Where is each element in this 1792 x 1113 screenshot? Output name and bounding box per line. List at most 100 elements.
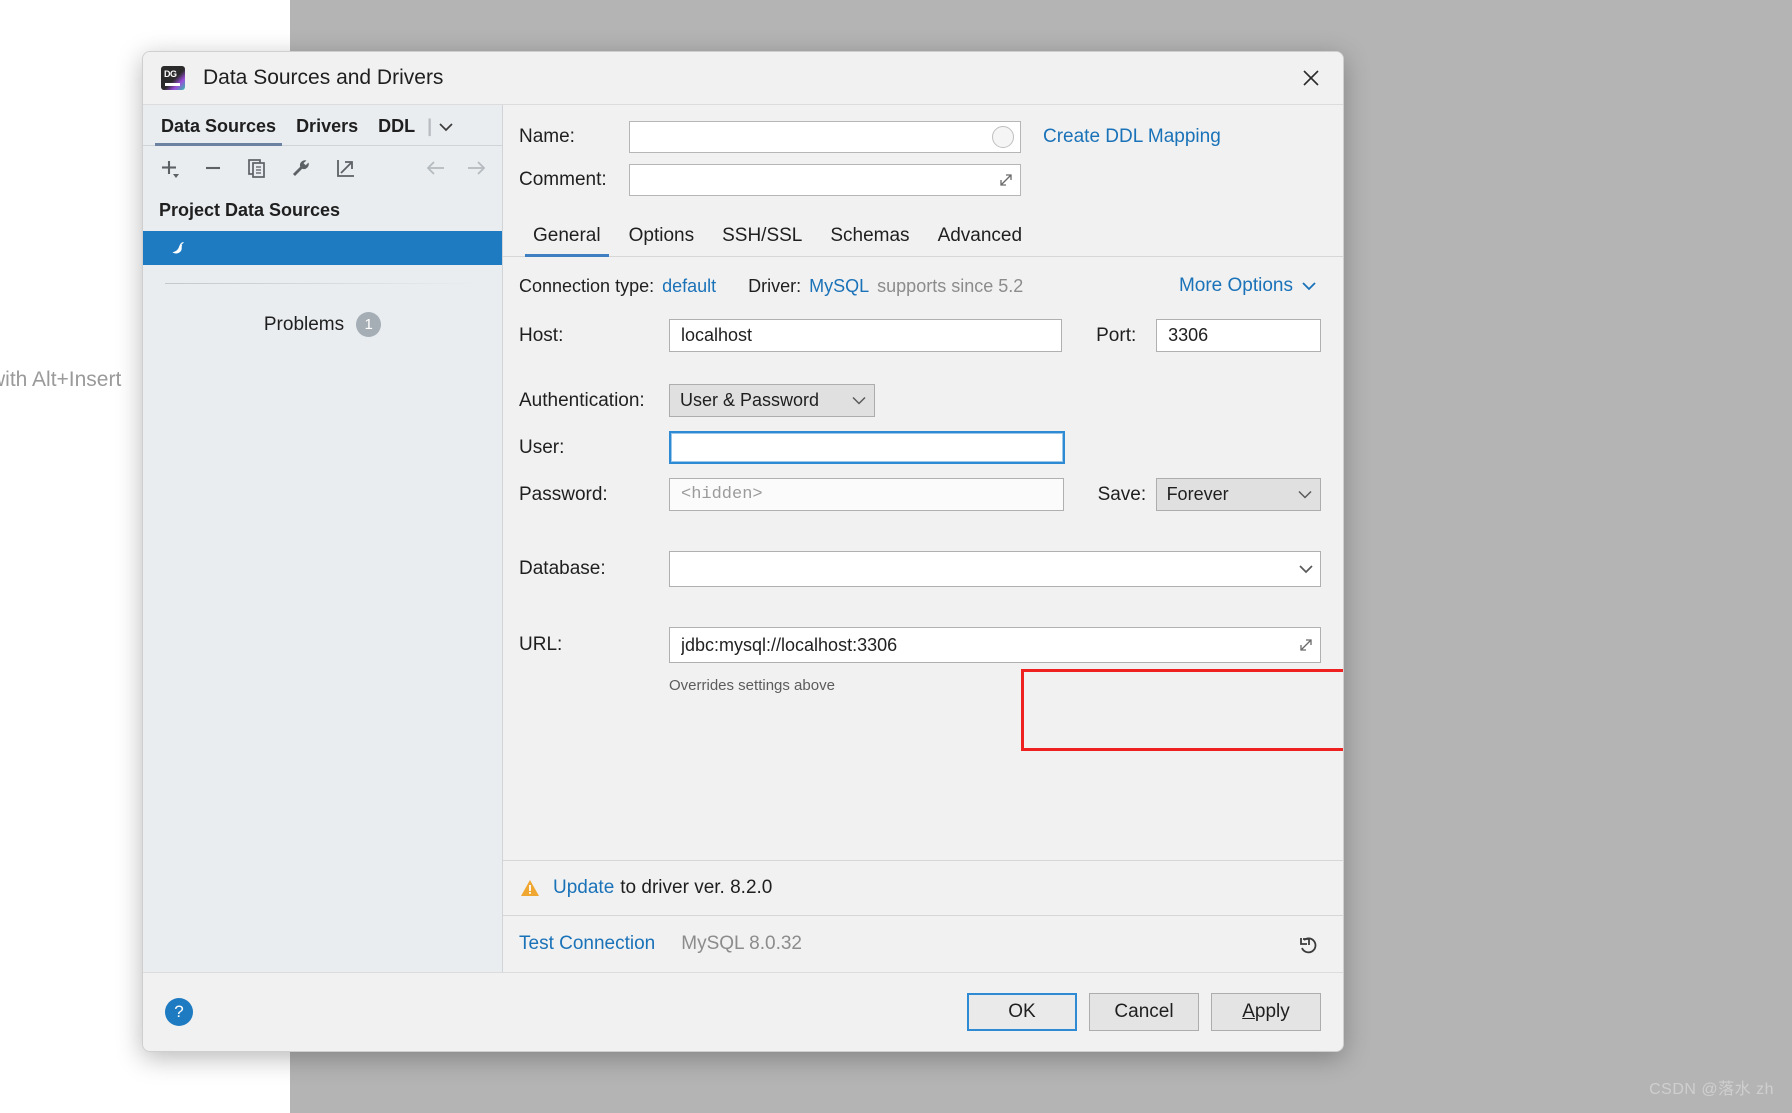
driver-update-bar: Update to driver ver. 8.2.0 [503,860,1343,915]
copy-icon [248,159,265,178]
user-field[interactable] [669,431,1065,464]
host-input[interactable] [679,324,1053,347]
list-item-mysql-data-source[interactable] [143,231,502,265]
create-ddl-mapping-link[interactable]: Create DDL Mapping [1043,126,1221,148]
name-row: Name: Create DDL Mapping [519,121,1319,153]
host-label: Host: [519,324,564,346]
connection-type-row: Connection type: default Driver: MySQL s… [519,275,1321,297]
data-sources-list [143,231,502,265]
close-icon[interactable] [1291,60,1331,96]
chevron-down-icon [852,396,866,405]
host-field[interactable] [669,319,1063,352]
tab-clipped-indicator: | [427,116,433,136]
dialog-titlebar: DG Data Sources and Drivers [143,52,1343,104]
problems-count-badge: 1 [356,312,382,337]
driver-value[interactable]: MySQL [809,276,869,297]
project-data-sources-header: Project Data Sources [159,200,341,220]
properties-button[interactable] [287,154,315,182]
comment-input[interactable] [638,168,1012,192]
expand-icon [1000,174,1012,186]
driver-supports-text: supports since 5.2 [877,275,1024,296]
minus-icon [206,166,220,170]
password-input[interactable] [679,484,1054,505]
tab-schemas[interactable]: Schemas [816,219,923,256]
url-field[interactable] [669,627,1321,663]
expand-icon [1300,639,1312,651]
left-panel-toolbar [143,146,502,190]
save-label: Save: [1097,483,1147,505]
password-label: Password: [519,483,608,505]
name-label: Name: [519,126,575,147]
export-button[interactable] [331,154,359,182]
revert-button[interactable] [1297,933,1321,955]
left-panel: Data Sources Drivers DDL | Project Data … [143,105,503,972]
tab-ddl[interactable]: DDL [368,116,425,145]
tab-general[interactable]: General [519,219,615,257]
comment-row: Comment: [519,164,1319,196]
revert-icon [1300,937,1317,954]
copy-button[interactable] [243,154,271,182]
chevron-down-icon [1299,565,1313,574]
arrow-right-icon [468,161,486,175]
user-input[interactable] [680,436,1054,459]
user-row: User: [519,431,1321,464]
datagrip-icon: DG [161,66,185,90]
left-panel-tabs: Data Sources Drivers DDL | [143,105,502,146]
driver-update-link[interactable]: Update [553,877,614,899]
help-button[interactable]: ? [165,998,193,1026]
connection-type-value[interactable]: default [662,276,716,297]
general-tab-form: Connection type: default Driver: MySQL s… [503,257,1343,860]
left-panel-spacer [143,337,502,972]
url-input[interactable] [679,633,1311,657]
comment-field[interactable] [629,164,1021,196]
tab-options[interactable]: Options [615,219,708,256]
data-sources-dialog: DG Data Sources and Drivers Data Sources… [142,51,1344,1052]
cancel-button[interactable]: Cancel [1089,993,1199,1031]
back-button[interactable] [422,154,450,182]
remove-button[interactable] [199,154,227,182]
apply-button[interactable]: Apply [1211,993,1321,1031]
settings-tabs: General Options SSH/SSL Schemas Advanced [503,213,1343,257]
name-color-chip-wrapper[interactable] [992,126,1014,148]
name-comment-section: Name: Create DDL Mapping Comment: [503,105,1343,213]
tab-advanced[interactable]: Advanced [924,219,1037,256]
more-options-button[interactable]: More Options [1179,275,1321,297]
name-field[interactable] [629,121,1021,153]
port-input[interactable] [1166,324,1311,347]
driver-label: Driver: [748,275,802,296]
list-divider [165,283,480,284]
footer-button-group: OK Cancel Apply [967,993,1321,1031]
arrow-left-icon [426,161,444,175]
comment-expand-button[interactable] [998,172,1014,188]
name-input[interactable] [638,125,1012,149]
forward-button[interactable] [462,154,490,182]
add-button[interactable] [155,154,183,182]
dialog-footer: ? OK Cancel Apply [143,972,1343,1051]
save-combobox[interactable]: Forever [1155,478,1321,511]
problems-row[interactable]: Problems 1 [143,312,502,337]
tab-drivers[interactable]: Drivers [286,116,368,145]
database-dropdown-button[interactable] [1298,564,1314,574]
url-expand-button[interactable] [1298,637,1314,653]
port-label: Port: [1096,324,1137,346]
authentication-combobox[interactable]: User & Password [669,384,875,417]
chevron-down-icon [439,122,453,131]
plus-icon [162,161,179,178]
password-field[interactable] [669,478,1064,511]
database-label: Database: [519,558,606,579]
database-input[interactable] [679,557,1311,581]
tab-data-sources[interactable]: Data Sources [151,116,286,146]
port-field[interactable] [1156,319,1321,352]
ok-button[interactable]: OK [967,993,1077,1031]
background-hint-text: with Alt+Insert [0,368,122,391]
close-glyph [1303,70,1319,86]
tabs-overflow-button[interactable]: | [427,116,454,145]
export-icon [337,160,354,177]
chevron-down-icon [1298,490,1312,499]
tab-ssh-ssl[interactable]: SSH/SSL [708,219,816,256]
toolbar-navigation [422,154,490,182]
test-connection-link[interactable]: Test Connection [519,933,655,955]
mysql-dolphin-icon [172,242,184,254]
watermark: CSDN @落水 zh [1649,1081,1774,1098]
database-field[interactable] [669,551,1321,587]
